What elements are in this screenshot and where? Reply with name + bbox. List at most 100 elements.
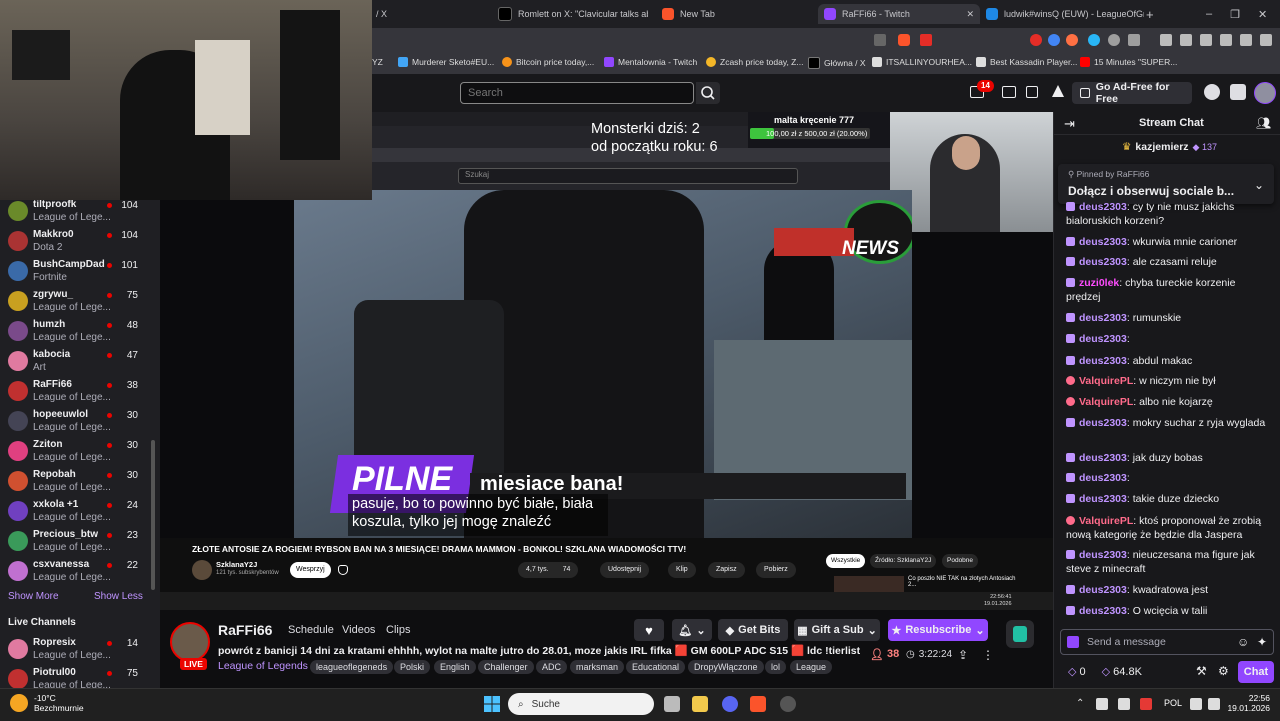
system-clock[interactable]: 22:56 19.01.2026 — [1226, 693, 1270, 713]
pinned-message[interactable]: ⚲ Pinned by RaFFi66 Dołącz i obserwuj so… — [1058, 164, 1274, 204]
bookmark-item[interactable]: 15 Minutes "SUPER... — [1080, 57, 1177, 67]
menu-icon[interactable] — [1260, 34, 1272, 46]
stream-tag[interactable]: Educational — [626, 660, 686, 674]
browser-tab-2[interactable]: Romlett on X: "Clavicular talks about" — [498, 4, 648, 24]
streamer-avatar[interactable] — [170, 622, 210, 662]
chevron-down-icon[interactable]: ⌄ — [1254, 178, 1264, 192]
weather-widget[interactable]: -10°C Bezchmurnie — [34, 693, 84, 713]
chat-input[interactable]: Send a message ☺ ✦ — [1060, 629, 1274, 655]
sidebar-channel[interactable]: csxvanessa League of Lege... 22 — [0, 556, 160, 586]
stream-tag[interactable]: ADC — [536, 660, 568, 674]
brave-icon[interactable] — [750, 696, 766, 712]
sidebar-channel[interactable]: Precious_btw League of Lege... 23 — [0, 526, 160, 556]
nav-schedule[interactable]: Schedule — [288, 624, 334, 636]
chat-username[interactable]: deus2303 — [1079, 549, 1127, 561]
microphone-icon[interactable] — [1118, 698, 1130, 710]
chat-username[interactable]: deus2303 — [1079, 201, 1127, 213]
chat-username[interactable]: ValquirePL — [1079, 515, 1133, 527]
yt-comments[interactable]: 74 — [563, 562, 571, 578]
yt-likes[interactable]: 4,7 tys. — [526, 562, 549, 578]
sidebar-scrollbar[interactable] — [151, 440, 155, 590]
sidebar-channel[interactable]: hopeeuwlol League of Lege... 30 — [0, 406, 160, 436]
sidebar-channel[interactable]: Zziton League of Lege... 30 — [0, 436, 160, 466]
nav-videos[interactable]: Videos — [342, 624, 375, 636]
whispers-icon[interactable] — [1002, 86, 1016, 98]
stream-tag[interactable]: League — [790, 660, 833, 674]
chat-send-button[interactable]: Chat — [1238, 661, 1274, 683]
bell-icon[interactable] — [338, 565, 348, 575]
extension-icon[interactable] — [1088, 34, 1100, 46]
browser-tab-3[interactable]: New Tab — [662, 4, 715, 24]
yt-support-button[interactable]: Wesprzyj — [290, 562, 331, 578]
discord-icon[interactable] — [722, 696, 738, 712]
chat-username[interactable]: deus2303 — [1079, 493, 1127, 505]
maximize-icon[interactable]: ❐ — [1230, 8, 1240, 21]
bookmark-item[interactable]: YZ — [372, 57, 383, 67]
tray-chevron-icon[interactable]: ⌃ — [1076, 698, 1084, 709]
sidebar-channel[interactable]: Makkro0 Dota 2 104 — [0, 226, 160, 256]
community-icon[interactable]: 👥︎ — [1256, 116, 1271, 130]
channel-points-emote[interactable] — [1006, 620, 1034, 648]
close-window-icon[interactable]: ✕ — [1258, 8, 1267, 21]
follow-button[interactable]: ♥ — [634, 619, 664, 641]
bookmark-item[interactable]: Murderer Sketo#EU... — [398, 57, 494, 67]
bookmark-item[interactable]: Mentalownia - Twitch — [604, 57, 697, 67]
stream-tag[interactable]: leagueoflegeneds — [310, 660, 394, 674]
show-less-link[interactable]: Show Less — [94, 591, 143, 602]
chat-username[interactable]: deus2303 — [1079, 452, 1127, 464]
get-bits-button[interactable]: ◆ Get Bits — [718, 619, 788, 641]
search-input[interactable] — [460, 82, 694, 104]
stream-tag[interactable]: English — [434, 660, 476, 674]
bits-icon[interactable] — [1204, 84, 1220, 100]
sidebar-channel[interactable]: zgrywu_ League of Lege... 75 — [0, 286, 160, 316]
yt-like-dislike[interactable]: 4,7 tys. 74 — [518, 562, 579, 578]
sidebar-channel[interactable]: BushCampDad Fortnite 101 — [0, 256, 160, 286]
chat-bubble-icon[interactable] — [1026, 86, 1038, 98]
task-view-icon[interactable] — [664, 696, 680, 712]
bookmark-item[interactable]: ITSALLINYOURHEA... — [872, 57, 972, 67]
nav-clips[interactable]: Clips — [386, 624, 410, 636]
top-gifter-banner[interactable]: ♛ kazjemierz ◆ 137 — [1122, 141, 1217, 153]
bookmark-item[interactable]: Zcash price today, Z... — [706, 57, 803, 67]
bookmark-item[interactable]: Best Kassadin Player... — [976, 57, 1077, 67]
tray-icon[interactable] — [1096, 698, 1108, 710]
yt-save-button[interactable]: Zapisz — [708, 562, 745, 578]
go-ad-free-button[interactable]: Go Ad-Free for Free — [1072, 81, 1192, 105]
browser-tab-5[interactable]: ludwik#winsQ (EUW) - LeagueOfGra — [986, 4, 1144, 24]
sidebar-icon[interactable] — [1180, 34, 1192, 46]
browser-tab-active[interactable]: RaFFi66 - Twitch ✕ — [818, 4, 980, 24]
share-icon[interactable]: ⇪ — [958, 648, 968, 662]
resubscribe-button[interactable]: ★ Resubscribe ⌄ — [888, 619, 988, 641]
windows-start-icon[interactable] — [484, 696, 500, 712]
yt-filter-similar[interactable]: Podobne — [942, 554, 979, 568]
browser-tab-1[interactable]: / X — [376, 4, 387, 24]
chat-username[interactable]: deus2303 — [1079, 584, 1127, 596]
mod-tools-icon[interactable]: ⚒ — [1196, 664, 1207, 678]
chat-username[interactable]: ValquirePL — [1079, 396, 1133, 408]
sidebar-channel[interactable]: Ropresix League of Lege... 14 — [0, 634, 160, 664]
yt-download-button[interactable]: Pobierz — [756, 562, 796, 578]
chat-username[interactable]: deus2303 — [1079, 355, 1127, 367]
chat-username[interactable]: deus2303 — [1079, 472, 1127, 484]
chat-username[interactable]: deus2303 — [1079, 312, 1127, 324]
stream-tag[interactable]: Polski — [394, 660, 431, 674]
chat-username[interactable]: deus2303 — [1079, 333, 1127, 345]
game-link[interactable]: League of Legends — [218, 660, 308, 672]
chat-username[interactable]: deus2303 — [1079, 256, 1127, 268]
sidebar-channel[interactable]: kabocia Art 47 — [0, 346, 160, 376]
show-more-link[interactable]: Show More — [8, 591, 59, 602]
share-icon[interactable] — [874, 34, 886, 46]
chat-username[interactable]: deus2303 — [1079, 417, 1127, 429]
yt-share-button[interactable]: Udostępnij — [600, 562, 650, 578]
obs-icon[interactable] — [780, 696, 796, 712]
settings-icon[interactable]: ⚙ — [1218, 664, 1229, 678]
sidebar-channel[interactable]: humzh League of Lege... 48 — [0, 316, 160, 346]
vpn-icon[interactable] — [1240, 34, 1252, 46]
taskbar-search[interactable]: ⌕ Suche — [508, 693, 654, 715]
tray-icon[interactable] — [1140, 698, 1152, 710]
chat-username[interactable]: deus2303 — [1079, 236, 1127, 248]
weather-icon[interactable] — [10, 694, 28, 712]
prime-crown-icon[interactable] — [1052, 85, 1064, 97]
extension-icon[interactable] — [1230, 84, 1246, 100]
wallet-icon[interactable] — [1200, 34, 1212, 46]
